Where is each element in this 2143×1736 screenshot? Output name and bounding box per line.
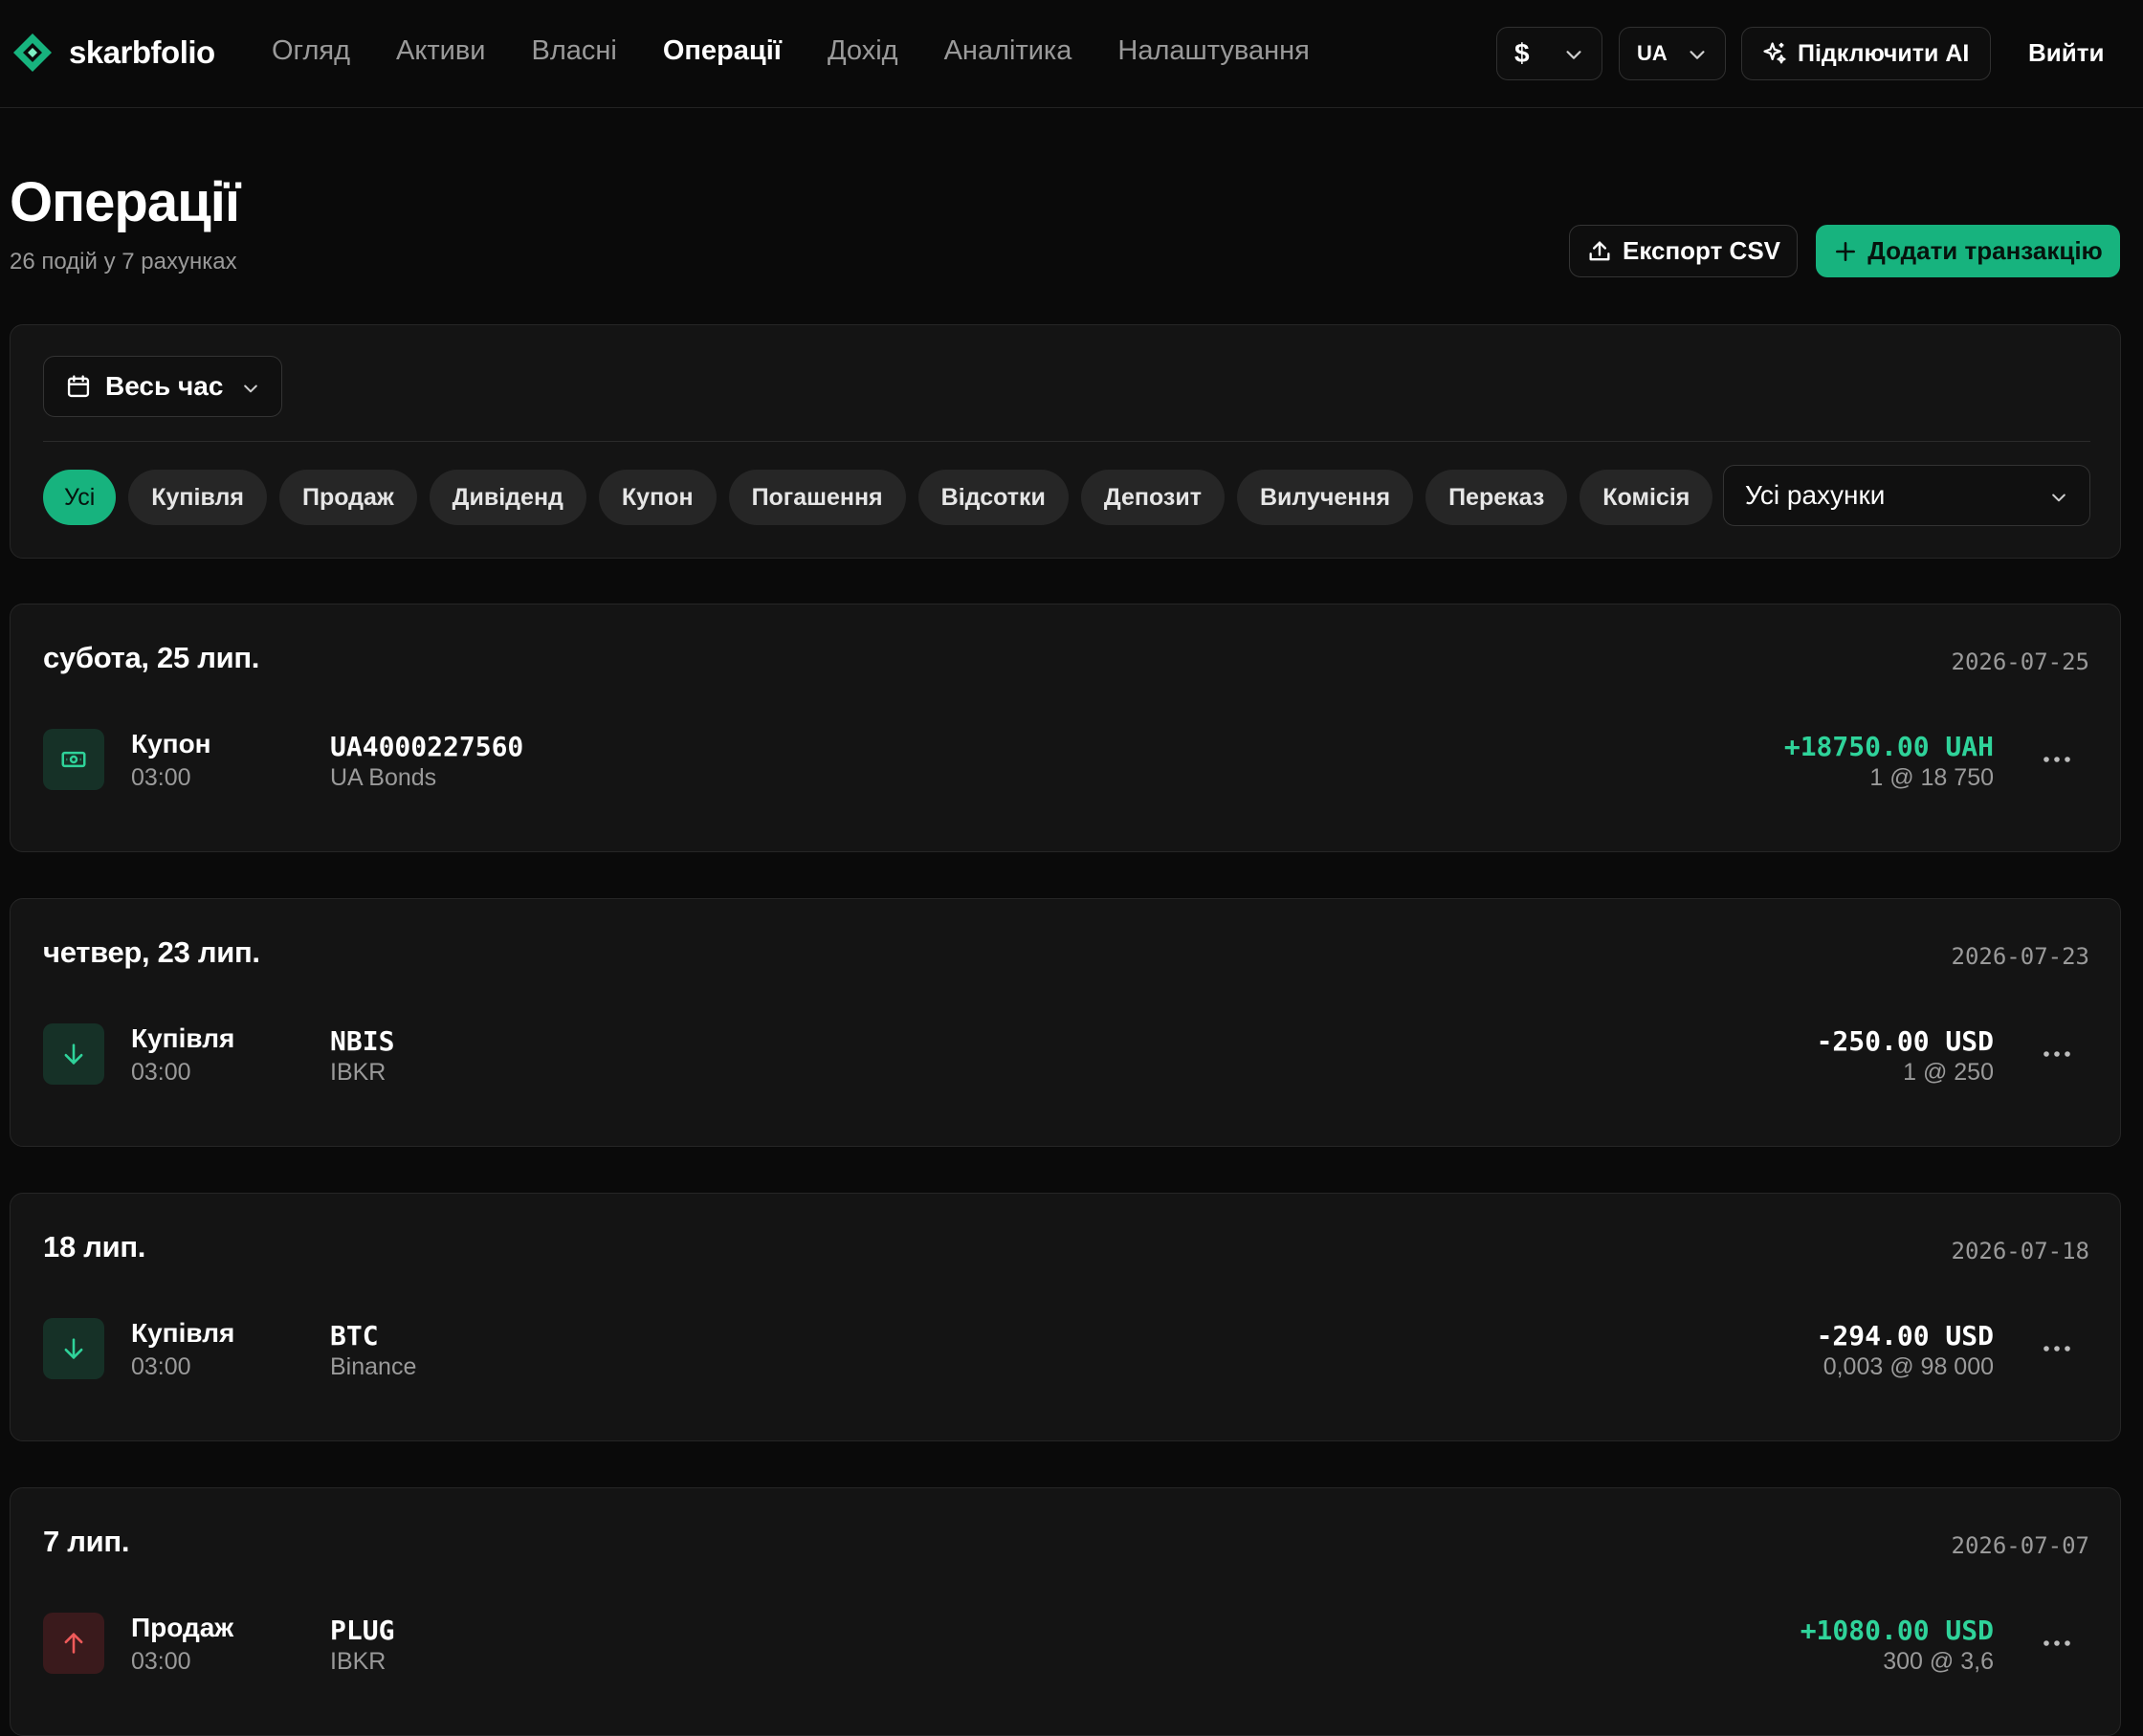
transaction-account: IBKR <box>330 1648 387 1675</box>
top-navigation-bar: skarbfolio Огляд Активи Власні Операції … <box>0 0 2143 108</box>
transaction-amount: +1080.00 USD <box>1800 1615 1994 1646</box>
day-group: 7 лип. 2026-07-07 Продаж 03:00 PLUG IBKR… <box>10 1487 2121 1736</box>
connect-ai-label: Підключити AI <box>1798 39 1970 67</box>
arrow-down-icon <box>43 1318 104 1379</box>
plus-icon <box>1836 241 1856 261</box>
chevron-down-icon <box>1566 51 1581 59</box>
more-options-icon[interactable] <box>2038 1628 2076 1659</box>
transaction-account: Binance <box>330 1353 417 1380</box>
nav-item-own[interactable]: Власні <box>532 35 617 67</box>
more-options-icon[interactable] <box>2038 1039 2076 1069</box>
transaction-account: UA Bonds <box>330 764 437 791</box>
transaction-row[interactable]: Купон 03:00 UA4000227560 UA Bonds +18750… <box>11 729 2120 792</box>
logo[interactable]: skarbfolio <box>13 33 215 72</box>
day-label: субота, 25 лип. <box>43 641 260 674</box>
export-csv-label: Експорт CSV <box>1622 236 1780 265</box>
connect-ai-button[interactable]: Підключити AI <box>1741 27 1991 80</box>
nav-item-assets[interactable]: Активи <box>396 35 485 67</box>
transaction-amount: -250.00 USD <box>1816 1025 1994 1057</box>
chip-sell[interactable]: Продаж <box>278 470 417 525</box>
chip-withdrawal[interactable]: Вилучення <box>1236 470 1414 525</box>
transaction-row[interactable]: Купівля 03:00 BTC Binance -294.00 USD 0,… <box>11 1318 2120 1381</box>
language-value: UA <box>1637 41 1668 65</box>
chip-transfer[interactable]: Переказ <box>1425 470 1568 525</box>
app-name: skarbfolio <box>69 34 215 70</box>
page-title: Операції <box>10 171 240 233</box>
chevron-down-icon <box>1690 51 1705 59</box>
transaction-ticker: NBIS <box>330 1025 395 1057</box>
day-date: 2026-07-07 <box>1951 1532 2090 1559</box>
filter-divider <box>43 441 2090 442</box>
add-transaction-button[interactable]: Додати транзакцію <box>1816 225 2120 277</box>
type-filter-chips: Усі Купівля Продаж Дивіденд Купон Погаше… <box>43 470 1713 525</box>
account-select[interactable]: Усі рахунки <box>1723 465 2090 526</box>
page-subtitle: 26 подій у 7 рахунках <box>10 249 237 275</box>
logout-button[interactable]: Вийти <box>2028 38 2104 68</box>
day-date: 2026-07-23 <box>1951 943 2090 970</box>
chip-fee[interactable]: Комісія <box>1580 470 1713 525</box>
chip-deposit[interactable]: Депозит <box>1080 470 1225 525</box>
day-label: четвер, 23 лип. <box>43 935 260 969</box>
nav-item-operations[interactable]: Операції <box>663 35 782 67</box>
day-date: 2026-07-18 <box>1951 1238 2090 1264</box>
chevron-down-icon <box>244 385 257 393</box>
day-date: 2026-07-25 <box>1951 648 2090 675</box>
transaction-time: 03:00 <box>131 764 191 791</box>
period-value: Весь час <box>105 371 224 401</box>
more-options-icon[interactable] <box>2038 744 2076 775</box>
chip-dividend[interactable]: Дивіденд <box>429 470 586 525</box>
day-label: 18 лип. <box>43 1230 146 1264</box>
transaction-amount: +18750.00 UAH <box>1783 731 1994 762</box>
transaction-type: Продаж <box>131 1613 234 1642</box>
transaction-quantity: 0,003 @ 98 000 <box>1823 1353 1994 1380</box>
transaction-account: IBKR <box>330 1059 387 1086</box>
day-group: четвер, 23 лип. 2026-07-23 Купівля 03:00… <box>10 898 2121 1147</box>
transaction-time: 03:00 <box>131 1648 191 1675</box>
transaction-ticker: BTC <box>330 1320 379 1351</box>
chip-buy[interactable]: Купівля <box>128 470 267 525</box>
currency-select[interactable]: $ <box>1496 27 1602 80</box>
transaction-amount: -294.00 USD <box>1816 1320 1994 1351</box>
transaction-row[interactable]: Купівля 03:00 NBIS IBKR -250.00 USD 1 @ … <box>11 1023 2120 1087</box>
day-group: субота, 25 лип. 2026-07-25 Купон 03:00 U… <box>10 604 2121 852</box>
arrow-up-icon <box>43 1613 104 1674</box>
transaction-time: 03:00 <box>131 1059 191 1086</box>
transaction-ticker: PLUG <box>330 1615 395 1646</box>
transaction-quantity: 1 @ 18 750 <box>1869 764 1994 791</box>
coupon-icon <box>43 729 104 790</box>
transaction-type: Купон <box>131 729 211 758</box>
nav-item-overview[interactable]: Огляд <box>272 35 350 67</box>
day-group: 18 лип. 2026-07-18 Купівля 03:00 BTC Bin… <box>10 1193 2121 1441</box>
sparkles-icon <box>1763 42 1786 64</box>
nav-item-income[interactable]: Дохід <box>828 35 898 67</box>
transaction-time: 03:00 <box>131 1353 191 1380</box>
transaction-quantity: 1 @ 250 <box>1903 1059 1994 1086</box>
day-label: 7 лип. <box>43 1525 130 1558</box>
transaction-row[interactable]: Продаж 03:00 PLUG IBKR +1080.00 USD 300 … <box>11 1613 2120 1676</box>
period-select[interactable]: Весь час <box>43 356 282 417</box>
more-options-icon[interactable] <box>2038 1333 2076 1364</box>
add-transaction-label: Додати транзакцію <box>1867 236 2103 265</box>
transaction-type: Купівля <box>131 1023 235 1053</box>
calendar-icon <box>67 375 90 398</box>
export-csv-button[interactable]: Експорт CSV <box>1569 225 1798 277</box>
chevron-down-icon <box>2052 494 2066 502</box>
nav-item-analytics[interactable]: Аналітика <box>944 35 1072 67</box>
chip-coupon[interactable]: Купон <box>598 470 717 525</box>
arrow-down-icon <box>43 1023 104 1085</box>
nav-item-settings[interactable]: Налаштування <box>1117 35 1309 67</box>
account-select-value: Усі рахунки <box>1745 480 1886 510</box>
transaction-quantity: 300 @ 3,6 <box>1883 1648 1994 1675</box>
transaction-ticker: UA4000227560 <box>330 731 524 762</box>
chip-redemption[interactable]: Погашення <box>728 470 906 525</box>
transaction-type: Купівля <box>131 1318 235 1348</box>
main-nav: Огляд Активи Власні Операції Дохід Аналі… <box>272 35 1310 67</box>
logo-icon <box>13 33 52 72</box>
chip-all[interactable]: Усі <box>43 470 117 525</box>
upload-icon <box>1589 241 1610 260</box>
filter-panel: Весь час Усі Купівля Продаж Дивіденд Куп… <box>10 324 2121 559</box>
chip-interest[interactable]: Відсотки <box>917 470 1069 525</box>
currency-value: $ <box>1514 38 1530 68</box>
language-select[interactable]: UA <box>1619 27 1726 80</box>
